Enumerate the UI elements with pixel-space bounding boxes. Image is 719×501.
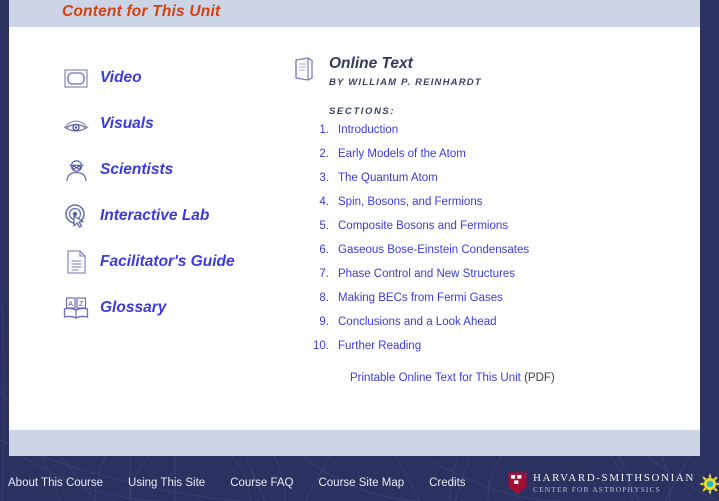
- online-text-header: Online Text BY WILLIAM P. REINHARDT: [291, 55, 691, 88]
- nav-link-about-this-course[interactable]: About This Course: [8, 477, 103, 489]
- section-link[interactable]: Making BECs from Fermi Gases: [338, 292, 503, 304]
- menu-label: Interactive Lab: [100, 207, 210, 224]
- section-item[interactable]: 5. Composite Bosons and Fermions: [303, 220, 691, 244]
- nav-link-course-faq[interactable]: Course FAQ: [230, 477, 293, 489]
- section-link[interactable]: The Quantum Atom: [338, 172, 438, 184]
- menu-item-glossary[interactable]: A Z Glossary: [61, 285, 291, 331]
- section-number: 6.: [319, 244, 329, 256]
- section-link[interactable]: Gaseous Bose-Einstein Condensates: [338, 244, 529, 256]
- section-item[interactable]: 2. Early Models of the Atom: [303, 148, 691, 172]
- section-item[interactable]: 4. Spin, Bosons, and Fermions: [303, 196, 691, 220]
- svg-text:A: A: [68, 301, 73, 308]
- page-footer-band: [9, 430, 700, 456]
- printable-pdf-suffix: (PDF): [520, 372, 555, 384]
- online-text-author: BY WILLIAM P. REINHARDT: [329, 77, 482, 88]
- section-number: 1.: [319, 124, 329, 136]
- menu-item-interactive-lab[interactable]: Interactive Lab: [61, 193, 291, 239]
- sections-list: 1. Introduction 2. Early Models of the A…: [303, 124, 691, 384]
- section-number: 7.: [319, 268, 329, 280]
- section-link[interactable]: Introduction: [338, 124, 398, 136]
- cfa-line-2: CENTER FOR ASTROPHYSICS: [533, 485, 661, 495]
- menu-item-video[interactable]: Video: [61, 55, 291, 101]
- menu-item-visuals[interactable]: Visuals: [61, 101, 291, 147]
- svg-text:Z: Z: [79, 301, 84, 308]
- cfa-logo[interactable]: HARVARD-SMITHSONIAN CENTER FOR ASTROPHYS…: [508, 472, 719, 495]
- sun-icon: [698, 472, 719, 495]
- eye-icon: [61, 111, 91, 137]
- online-text-heading-text: Online Text BY WILLIAM P. REINHARDT: [329, 55, 482, 88]
- section-link[interactable]: Conclusions and a Look Ahead: [338, 316, 497, 328]
- section-item[interactable]: 3. The Quantum Atom: [303, 172, 691, 196]
- section-link[interactable]: Spin, Bosons, and Fermions: [338, 196, 482, 208]
- section-number: 9.: [319, 316, 329, 328]
- page-header-band: Content for This Unit: [9, 0, 700, 27]
- content-area: Video Visuals Scientists Interactive Lab…: [9, 27, 700, 430]
- section-number: 8.: [319, 292, 329, 304]
- section-item[interactable]: 7. Phase Control and New Structures: [303, 268, 691, 292]
- printable-row: Printable Online Text for This Unit (PDF…: [350, 372, 691, 384]
- menu-label: Visuals: [100, 115, 154, 132]
- section-link[interactable]: Early Models of the Atom: [338, 148, 466, 160]
- section-item[interactable]: 6. Gaseous Bose-Einstein Condensates: [303, 244, 691, 268]
- section-item[interactable]: 9. Conclusions and a Look Ahead: [303, 316, 691, 340]
- section-link[interactable]: Composite Bosons and Fermions: [338, 220, 508, 232]
- sections-label: SECTIONS:: [329, 106, 396, 117]
- section-item[interactable]: 8. Making BECs from Fermi Gases: [303, 292, 691, 316]
- book-icon: [291, 55, 317, 87]
- menu-label: Glossary: [100, 299, 167, 316]
- online-text-title: Online Text: [329, 55, 413, 72]
- menu-label: Facilitator's Guide: [100, 253, 235, 270]
- section-number: 4.: [319, 196, 329, 208]
- menu-label: Video: [100, 69, 142, 86]
- section-number: 10.: [313, 340, 329, 352]
- menu-item-facilitators-guide[interactable]: Facilitator's Guide: [61, 239, 291, 285]
- section-link[interactable]: Phase Control and New Structures: [338, 268, 515, 280]
- section-item[interactable]: 10. Further Reading: [303, 340, 691, 364]
- section-item[interactable]: 1. Introduction: [303, 124, 691, 148]
- cfa-line-1: HARVARD-SMITHSONIAN: [533, 472, 695, 485]
- section-number: 2.: [319, 148, 329, 160]
- page-title: Content for This Unit: [62, 3, 221, 20]
- nav-link-credits[interactable]: Credits: [429, 477, 465, 489]
- menu-item-scientists[interactable]: Scientists: [61, 147, 291, 193]
- nav-link-using-this-site[interactable]: Using This Site: [128, 477, 205, 489]
- target-cursor-icon: [61, 203, 91, 229]
- section-number: 3.: [319, 172, 329, 184]
- harvard-shield-icon: [508, 472, 527, 495]
- section-link[interactable]: Further Reading: [338, 340, 421, 352]
- open-book-az-icon: A Z: [61, 295, 91, 321]
- bottom-nav-links: About This Course Using This Site Course…: [8, 477, 491, 489]
- printable-pdf-link[interactable]: Printable Online Text for This Unit: [350, 372, 521, 384]
- online-text-section: Online Text BY WILLIAM P. REINHARDT SECT…: [291, 55, 691, 384]
- menu-label: Scientists: [100, 161, 174, 178]
- person-icon: [61, 157, 91, 183]
- section-number: 5.: [319, 220, 329, 232]
- document-icon: [61, 249, 91, 275]
- resource-menu: Video Visuals Scientists Interactive Lab…: [61, 55, 291, 331]
- video-monitor-icon: [61, 65, 91, 91]
- cfa-wordmark: HARVARD-SMITHSONIAN CENTER FOR ASTROPHYS…: [533, 473, 695, 494]
- nav-link-course-site-map[interactable]: Course Site Map: [318, 477, 404, 489]
